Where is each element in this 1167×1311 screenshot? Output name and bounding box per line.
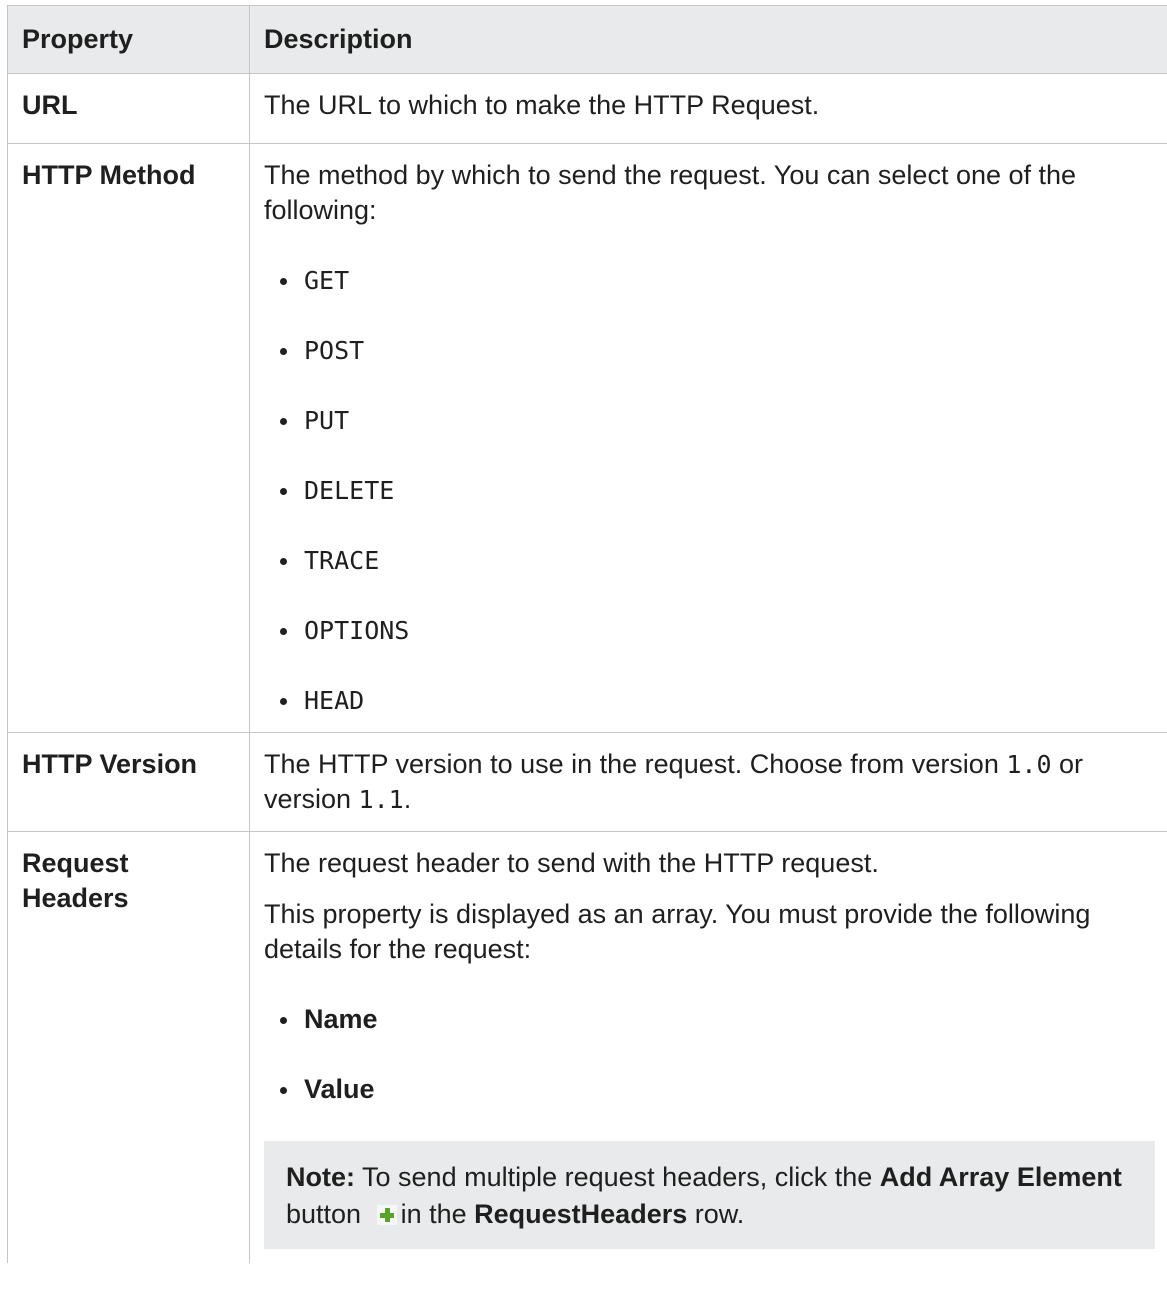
header-property: Property: [7, 5, 250, 74]
property-name-line-1: Request: [22, 848, 129, 878]
property-name-request-headers: Request Headers: [7, 831, 250, 1263]
description-http-version: The HTTP version to use in the request. …: [249, 732, 1167, 832]
description-http-method: The method by which to send the request.…: [249, 143, 1167, 733]
list-item-field: Value: [264, 1072, 1155, 1107]
description-url: The URL to which to make the HTTP Reques…: [249, 73, 1167, 144]
list-item-method: HEAD: [264, 683, 1155, 718]
version-value-1-0: 1.0: [1006, 750, 1052, 779]
list-item-method: POST: [264, 333, 1155, 368]
note-text-3: in the: [400, 1199, 475, 1229]
description-request-headers: The request header to send with the HTTP…: [249, 831, 1167, 1263]
table-row-url: URL The URL to which to make the HTTP Re…: [7, 73, 1167, 144]
list-item-method: DELETE: [264, 473, 1155, 508]
property-name-http-method: HTTP Method: [7, 143, 250, 733]
version-text-before: The HTTP version to use in the request. …: [264, 749, 1007, 779]
list-item-method: PUT: [264, 403, 1155, 438]
note-text-1: To send multiple request headers, click …: [355, 1162, 880, 1192]
note-text-4: row.: [687, 1199, 745, 1229]
version-value-1-1: 1.1: [358, 785, 404, 814]
list-item-field: Name: [264, 1002, 1155, 1037]
table-header-row: Property Description: [7, 5, 1167, 74]
http-method-list: GET POST PUT DELETE TRACE OPTIONS HEAD: [264, 263, 1155, 718]
table-row-http-version: HTTP Version The HTTP version to use in …: [7, 732, 1167, 832]
list-item-method: TRACE: [264, 543, 1155, 578]
note-text-2: button: [286, 1199, 369, 1229]
properties-table: Property Description URL The URL to whic…: [7, 5, 1167, 1263]
note-button-name: Add Array Element: [879, 1162, 1122, 1192]
property-name-url: URL: [7, 73, 250, 144]
note-row-name: RequestHeaders: [474, 1199, 688, 1229]
note-box: Note: To send multiple request headers, …: [264, 1141, 1155, 1249]
version-text-after: .: [403, 784, 412, 814]
table-row-http-method: HTTP Method The method by which to send …: [7, 143, 1167, 733]
header-description: Description: [249, 5, 1167, 74]
http-method-intro: The method by which to send the request.…: [264, 160, 1077, 225]
request-headers-intro: The request header to send with the HTTP…: [264, 848, 879, 878]
request-headers-fields: Name Value: [264, 1002, 1155, 1107]
table-row-request-headers: Request Headers The request header to se…: [7, 831, 1167, 1263]
note-label: Note:: [286, 1162, 355, 1192]
request-headers-array-text: This property is displayed as an array. …: [264, 899, 1091, 964]
list-item-method: GET: [264, 263, 1155, 298]
property-name-http-version: HTTP Version: [7, 732, 250, 832]
property-name-line-2: Headers: [22, 883, 129, 913]
list-item-method: OPTIONS: [264, 613, 1155, 648]
plus-icon: [376, 1205, 397, 1225]
